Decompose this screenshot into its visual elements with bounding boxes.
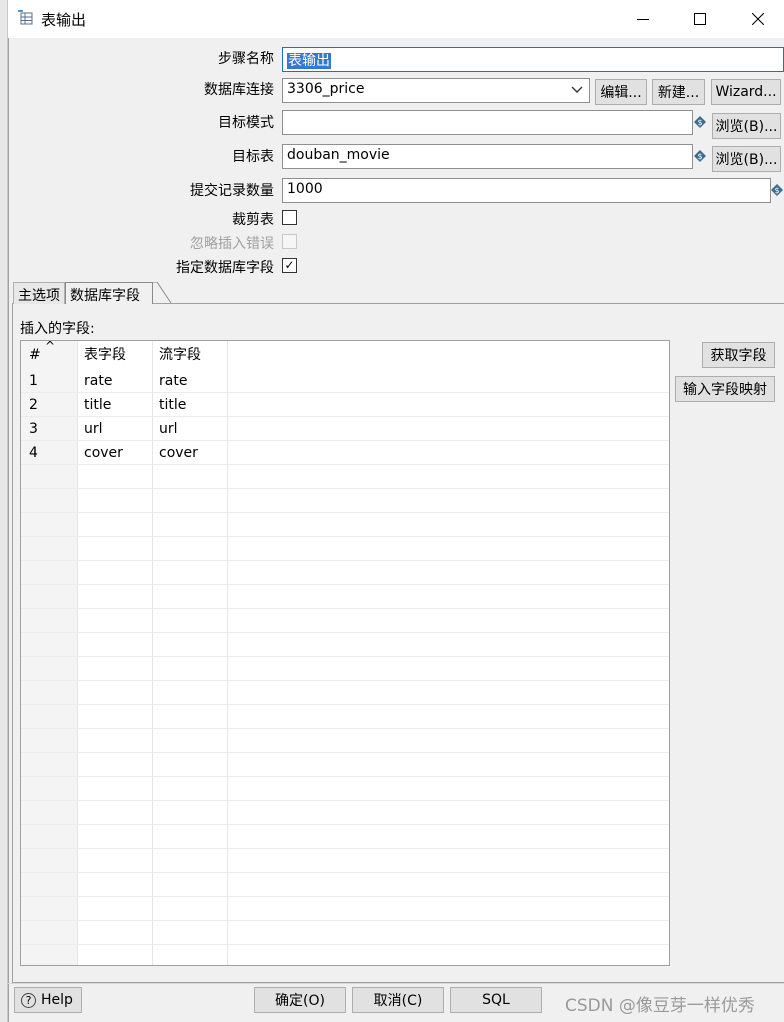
close-icon [752, 13, 764, 25]
row-gridline [21, 536, 669, 537]
row-gridline [21, 392, 669, 393]
ok-button[interactable]: 确定(O) [254, 987, 346, 1013]
table-field-cell[interactable]: rate [78, 369, 112, 393]
table-header: # ^ 表字段 流字段 [21, 341, 669, 369]
help-icon: ? [21, 992, 36, 1008]
truncate-table-checkbox[interactable] [282, 210, 297, 225]
commit-size-input[interactable]: 1000 [282, 178, 771, 203]
row-gridline [21, 776, 669, 777]
table-field-cell[interactable]: url [78, 417, 103, 441]
svg-text:$: $ [697, 152, 702, 161]
row-gridline [21, 512, 669, 513]
row-num: 3 [29, 421, 38, 437]
row-num: 4 [29, 445, 38, 461]
table-output-icon [18, 10, 34, 26]
svg-text:$: $ [697, 118, 702, 127]
stream-field-cell[interactable]: title [153, 393, 186, 417]
row-gridline [21, 824, 669, 825]
footer-separator [8, 983, 784, 984]
row-gridline [21, 872, 669, 873]
table-field-cell[interactable]: cover [78, 441, 123, 465]
row-gridline [21, 920, 669, 921]
db-connection-select[interactable]: 3306_price [282, 78, 590, 103]
row-gridline [21, 656, 669, 657]
row-gridline [21, 608, 669, 609]
ignore-errors-label: 忽略插入错误 [190, 236, 274, 252]
target-schema-input[interactable] [282, 110, 693, 135]
browse-schema-button[interactable]: 浏览(B)... [712, 113, 781, 139]
sql-button[interactable]: SQL [450, 987, 542, 1013]
row-gridline [21, 680, 669, 681]
row-num: 1 [29, 373, 38, 389]
tab-slant [153, 281, 173, 308]
minimize-icon [637, 19, 649, 20]
target-schema-label: 目标模式 [218, 115, 274, 131]
variable-icon[interactable]: $ [694, 150, 706, 162]
map-fields-button[interactable]: 输入字段映射 [675, 376, 775, 402]
tab-main-options[interactable]: 主选项 [13, 282, 65, 304]
watermark-text: CSDN @像豆芽一样优秀 [565, 996, 755, 1016]
column-header-stream-field[interactable]: 流字段 [153, 343, 201, 367]
stream-field-cell[interactable]: url [153, 417, 178, 441]
background-window-strip [0, 0, 8, 1022]
row-gridline [21, 752, 669, 753]
cancel-button[interactable]: 取消(C) [352, 987, 444, 1013]
window-title: 表输出 [41, 11, 87, 29]
minimize-button[interactable] [614, 0, 672, 38]
row-gridline [21, 464, 669, 465]
row-gridline [21, 584, 669, 585]
db-connection-label: 数据库连接 [204, 82, 274, 98]
help-label: Help [41, 992, 73, 1008]
get-fields-button[interactable]: 获取字段 [702, 342, 775, 368]
variable-icon[interactable]: $ [694, 116, 706, 128]
tab-database-fields[interactable]: 数据库字段 [65, 282, 153, 304]
row-num: 2 [29, 397, 38, 413]
step-name-label: 步骤名称 [218, 51, 274, 67]
close-button[interactable] [729, 0, 784, 38]
specify-fields-checkbox[interactable]: ✓ [282, 258, 297, 273]
commit-size-label: 提交记录数量 [190, 183, 274, 199]
row-gridline [21, 944, 669, 945]
row-gridline [21, 440, 669, 441]
row-gridline [21, 704, 669, 705]
wizard-button[interactable]: Wizard... [711, 79, 781, 105]
truncate-table-label: 裁剪表 [232, 212, 274, 228]
sort-indicator: ^ [45, 340, 56, 353]
help-button[interactable]: ? Help [14, 987, 82, 1013]
table-field-cell[interactable]: title [78, 393, 111, 417]
row-gridline [21, 728, 669, 729]
row-gridline [21, 488, 669, 489]
row-gridline [21, 416, 669, 417]
specify-fields-label: 指定数据库字段 [176, 260, 274, 276]
stream-field-cell[interactable]: cover [153, 441, 198, 465]
fields-table[interactable]: # ^ 表字段 流字段 1 rate rate 2 title title 3 … [20, 340, 670, 966]
inserted-fields-label: 插入的字段: [20, 321, 95, 337]
maximize-button[interactable] [671, 0, 729, 38]
svg-text:$: $ [774, 186, 779, 195]
edit-connection-button[interactable]: 编辑... [595, 79, 647, 105]
maximize-icon [694, 13, 706, 25]
ignore-errors-checkbox [282, 234, 297, 249]
variable-icon[interactable]: $ [771, 184, 783, 196]
step-name-value: 表输出 [287, 53, 331, 69]
row-gridline [21, 560, 669, 561]
row-gridline [21, 848, 669, 849]
target-table-label: 目标表 [232, 149, 274, 165]
row-gridline [21, 800, 669, 801]
db-connection-value: 3306_price [287, 81, 365, 97]
target-table-input[interactable]: douban_movie [282, 144, 693, 169]
row-gridline [21, 896, 669, 897]
browse-table-button[interactable]: 浏览(B)... [712, 146, 781, 172]
new-connection-button[interactable]: 新建... [652, 79, 705, 105]
column-header-table-field[interactable]: 表字段 [78, 343, 126, 367]
row-gridline [21, 632, 669, 633]
stream-field-cell[interactable]: rate [153, 369, 187, 393]
step-name-input[interactable]: 表输出 [282, 47, 784, 72]
chevron-down-icon [571, 83, 583, 99]
